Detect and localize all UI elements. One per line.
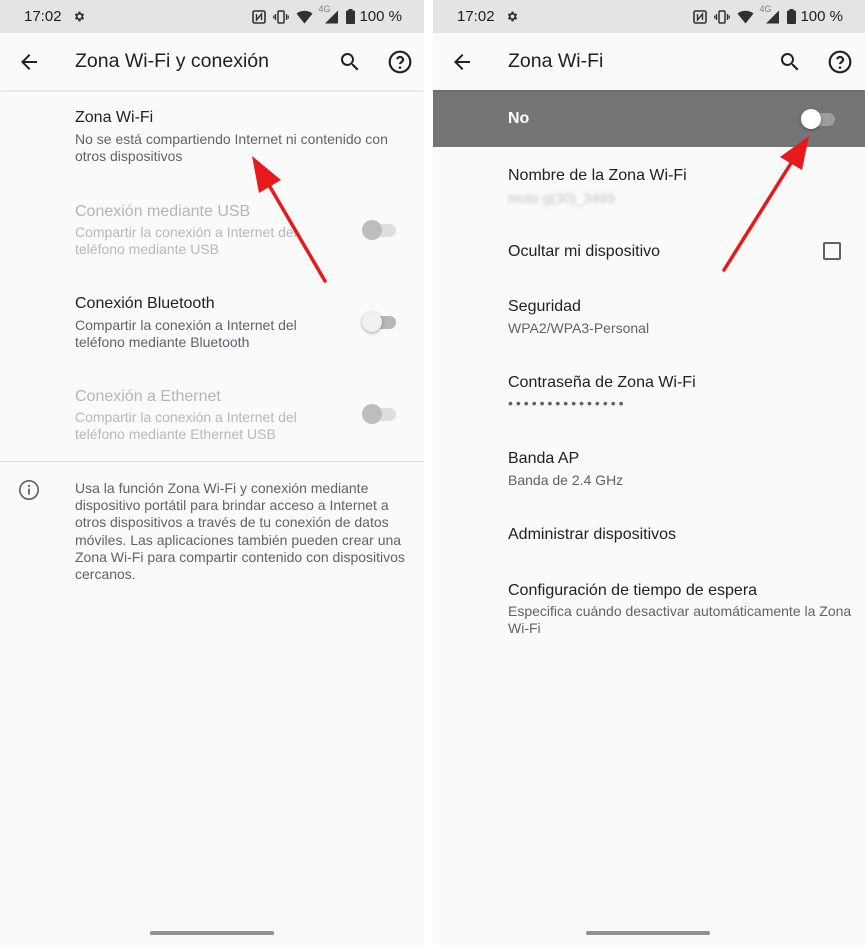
timeout-settings-item[interactable]: Configuración de tiempo de espera Especi… [433, 566, 865, 646]
ethernet-tethering-subtitle: Compartir la conexión a Internet del tel… [75, 409, 297, 442]
manage-devices-title: Administrar dispositivos [508, 526, 677, 543]
help-icon[interactable] [827, 49, 853, 75]
bluetooth-tethering-toggle[interactable] [362, 312, 398, 332]
search-icon[interactable] [338, 50, 362, 74]
cellular-signal-icon: 4G [759, 4, 780, 24]
password-title: Contraseña de Zona Wi-Fi [508, 374, 696, 391]
hide-device-title: Ocultar mi dispositivo [508, 243, 661, 260]
ethernet-tethering-item: Conexión a Ethernet Compartir la conexió… [0, 366, 424, 460]
settings-gear-icon [507, 11, 518, 22]
usb-tethering-title: Conexión mediante USB [75, 203, 251, 220]
hide-device-item[interactable]: Ocultar mi dispositivo [433, 222, 865, 282]
app-bar: Zona Wi-Fi y conexión [0, 33, 424, 90]
timeout-settings-subtitle: Especifica cuándo desactivar automáticam… [508, 603, 852, 636]
status-time: 17:02 [24, 8, 62, 25]
hotspot-name-item[interactable]: Nombre de la Zona Wi-Fi moto g(30)_3499 [433, 148, 865, 222]
nfc-icon [693, 9, 708, 24]
search-icon[interactable] [778, 50, 802, 74]
vibrate-icon [273, 9, 290, 24]
battery-icon [787, 9, 797, 24]
hotspot-master-label: No [508, 110, 530, 127]
nfc-icon [252, 9, 267, 24]
info-description: Usa la función Zona Wi-Fi y conexión med… [75, 480, 405, 583]
security-item[interactable]: Seguridad WPA2/WPA3-Personal [433, 282, 865, 358]
hide-device-checkbox[interactable] [823, 242, 841, 260]
status-time: 17:02 [457, 8, 495, 25]
bluetooth-tethering-subtitle: Compartir la conexión a Internet del tel… [75, 317, 297, 350]
ethernet-tethering-title: Conexión a Ethernet [75, 388, 221, 405]
security-value: WPA2/WPA3-Personal [508, 320, 650, 336]
section-divider [0, 461, 424, 462]
bluetooth-tethering-item[interactable]: Conexión Bluetooth Compartir la conexión… [0, 274, 424, 366]
cellular-signal-icon: 4G [318, 4, 339, 24]
ap-band-title: Banda AP [508, 450, 580, 467]
hotspot-name-value: moto g(30)_3499 [508, 190, 615, 206]
usb-tethering-toggle[interactable] [362, 220, 398, 240]
screen-hotspot: 17:02 4G 100 % Zona Wi-Fi No Nombre de l… [433, 0, 865, 945]
hotspot-master-toggle[interactable] [801, 109, 837, 129]
gesture-nav-handle[interactable] [586, 931, 710, 935]
ap-band-item[interactable]: Banda AP Banda de 2.4 GHz [433, 434, 865, 510]
screen-tethering: 17:02 4G 100 % Zona Wi-Fi y conexión Zon… [0, 0, 424, 945]
ap-band-value: Banda de 2.4 GHz [508, 472, 624, 488]
ethernet-tethering-toggle[interactable] [362, 404, 398, 424]
settings-gear-icon [74, 11, 85, 22]
password-item[interactable]: Contraseña de Zona Wi-Fi ••••••••••••••• [433, 358, 865, 434]
hotspot-subtitle: No se está compartiendo Internet ni cont… [75, 131, 388, 164]
status-bar: 17:02 4G 100 % [433, 0, 865, 33]
usb-tethering-subtitle: Compartir la conexión a Internet del tel… [75, 224, 297, 257]
vibrate-icon [714, 9, 731, 24]
page-title: Zona Wi-Fi [508, 50, 604, 72]
hotspot-title: Zona Wi-Fi [75, 109, 154, 126]
back-arrow-icon[interactable] [17, 50, 41, 74]
security-title: Seguridad [508, 298, 581, 315]
battery-percentage: 100 % [359, 8, 402, 25]
screen-separator [424, 0, 433, 945]
wifi-icon [737, 10, 754, 23]
hotspot-item[interactable]: Zona Wi-Fi No se está compartiendo Inter… [0, 90, 424, 182]
battery-percentage: 100 % [800, 8, 843, 25]
usb-tethering-item: Conexión mediante USB Compartir la conex… [0, 182, 424, 274]
battery-icon [346, 9, 356, 24]
status-bar: 17:02 4G 100 % [0, 0, 424, 33]
timeout-settings-title: Configuración de tiempo de espera [508, 582, 758, 599]
info-icon [19, 480, 39, 500]
bluetooth-tethering-title: Conexión Bluetooth [75, 295, 215, 312]
page-title: Zona Wi-Fi y conexión [75, 50, 269, 72]
manage-devices-item[interactable]: Administrar dispositivos [433, 510, 865, 566]
app-bar: Zona Wi-Fi [433, 33, 865, 90]
help-icon[interactable] [387, 49, 413, 75]
gesture-nav-handle[interactable] [150, 931, 274, 935]
password-value: ••••••••••••••• [508, 395, 627, 411]
wifi-icon [296, 10, 313, 23]
hotspot-name-title: Nombre de la Zona Wi-Fi [508, 167, 687, 184]
back-arrow-icon[interactable] [450, 50, 474, 74]
hotspot-master-switch-bar[interactable]: No [433, 90, 865, 147]
